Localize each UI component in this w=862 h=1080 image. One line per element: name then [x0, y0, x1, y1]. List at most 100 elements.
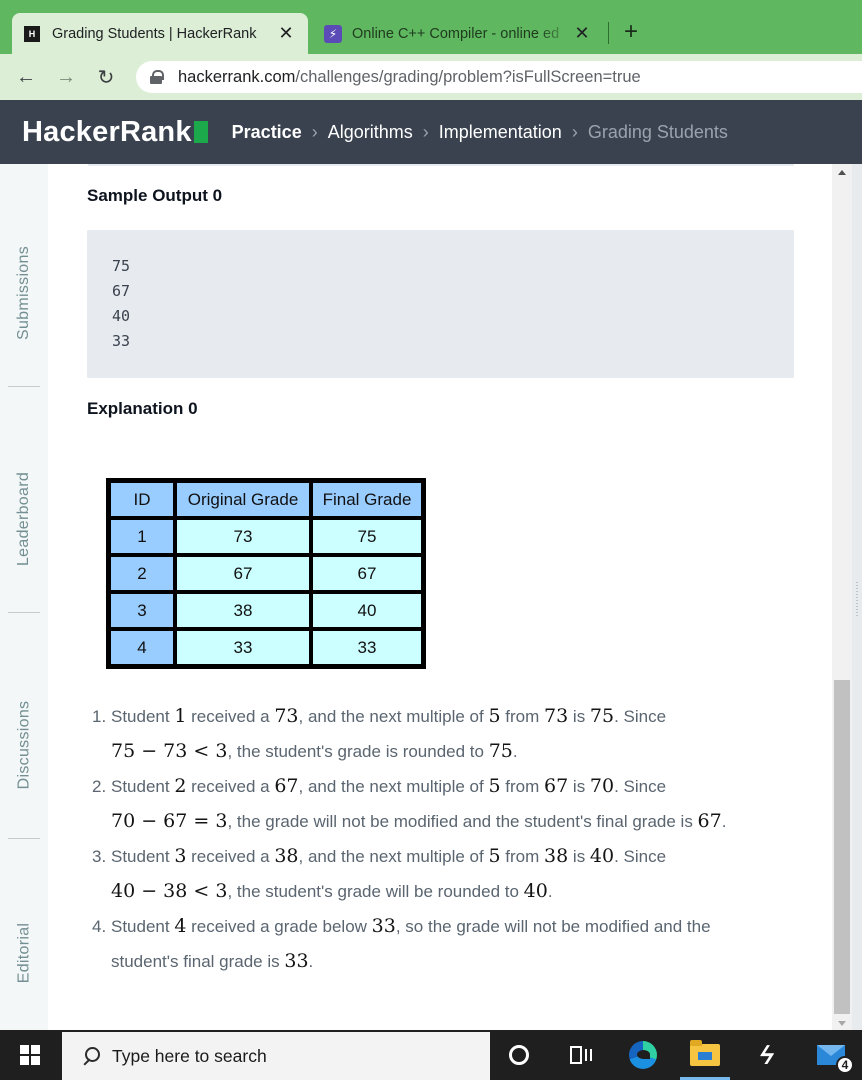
previous-block-edge [88, 164, 794, 166]
explanation-heading: Explanation 0 [87, 399, 198, 418]
start-button[interactable] [0, 1030, 60, 1080]
text-run: . Since [614, 777, 667, 796]
close-icon[interactable]: ✕ [276, 23, 296, 44]
text-run: . [512, 742, 518, 761]
text-run: . [308, 952, 314, 971]
text-run: Student [111, 707, 175, 726]
dev-app-button[interactable]: ϟ [742, 1030, 792, 1080]
text-line: 40 − 38 < 3, the student's grade will be… [111, 874, 792, 909]
math-value: 40 [523, 880, 548, 902]
problem-sidebar: Submissions Leaderboard Discussions Edit… [0, 164, 48, 1030]
text-run: received a grade below [186, 917, 372, 936]
list-item: 1. Student 1 received a 73, and the next… [92, 699, 792, 769]
math-value: 33 [371, 915, 396, 937]
back-arrow-icon[interactable]: ← [6, 66, 46, 89]
close-icon[interactable]: ✕ [572, 23, 592, 44]
hackerrank-icon: H [24, 25, 40, 42]
task-view-button[interactable] [556, 1030, 606, 1080]
text-run: student's final grade is [111, 952, 285, 971]
list-text: Student 1 received a 73, and the next mu… [111, 699, 792, 769]
table-row: 2 67 67 [109, 555, 423, 592]
sample-output-heading: Sample Output 0 [87, 186, 223, 205]
right-gutter [852, 164, 862, 1030]
edge-browser-button[interactable] [618, 1030, 668, 1080]
table-row: 1 73 75 [109, 518, 423, 555]
browser-toolbar: ← → ↻ hackerrank.com/challenges/grading/… [0, 54, 862, 100]
table-header-id: ID [109, 481, 175, 518]
scrollbar-thumb[interactable] [834, 680, 850, 1014]
hackerrank-logo[interactable]: HackerRank [22, 116, 208, 149]
tab-online-compiler[interactable]: ⚡ Online C++ Compiler - online ed ✕ [312, 13, 604, 54]
sidebar-item-editorial[interactable]: Editorial [0, 878, 48, 1028]
windows-taskbar: Type here to search ϟ 4 [0, 1030, 862, 1080]
sidebar-item-leaderboard[interactable]: Leaderboard [0, 426, 48, 612]
text-run: , the student's grade is rounded to [227, 742, 489, 761]
text-run: is [568, 847, 590, 866]
address-bar[interactable]: hackerrank.com/challenges/grading/proble… [136, 61, 862, 93]
table-cell-original: 67 [175, 555, 311, 592]
task-view-icon [570, 1046, 592, 1064]
list-item: 3. Student 3 received a 38, and the next… [92, 839, 792, 909]
mail-button[interactable]: 4 [806, 1030, 856, 1080]
code-line: 33 [112, 332, 131, 350]
taskbar-search[interactable]: Type here to search [62, 1032, 490, 1080]
chevron-right-icon: › [571, 121, 578, 142]
scroll-down-arrow-icon[interactable] [838, 1021, 846, 1026]
table-cell-id: 2 [109, 555, 175, 592]
sidebar-label: Editorial [15, 922, 33, 984]
content-scrollbar[interactable] [832, 164, 852, 1030]
tab-title: Online C++ Compiler - online ed [352, 25, 560, 42]
sidebar-divider [8, 386, 40, 387]
sidebar-item-discussions[interactable]: Discussions [0, 652, 48, 838]
lock-icon[interactable] [150, 70, 164, 84]
math-value: 5 [488, 845, 501, 867]
math-value: 3 [174, 845, 187, 867]
text-run: Student [111, 847, 175, 866]
text-run: , the student's grade will be rounded to [227, 882, 524, 901]
text-run: Student [111, 917, 175, 936]
tab-grading-students[interactable]: H Grading Students | HackerRank ✕ [12, 13, 308, 54]
breadcrumb-practice[interactable]: Practice [232, 122, 302, 143]
table-cell-original: 38 [175, 592, 311, 629]
chevron-right-icon: › [422, 121, 429, 142]
file-explorer-button[interactable] [680, 1030, 730, 1080]
page-body: Submissions Leaderboard Discussions Edit… [0, 164, 862, 1030]
new-tab-button[interactable]: + [624, 18, 638, 46]
folder-icon [690, 1040, 720, 1066]
math-value: 40 [589, 845, 615, 867]
explanation-list: 1. Student 1 received a 73, and the next… [92, 699, 792, 979]
scroll-up-arrow-icon[interactable] [838, 170, 846, 175]
forward-arrow-icon[interactable]: → [46, 66, 86, 89]
text-line: 70 − 67 = 3, the grade will not be modif… [111, 804, 792, 839]
cortana-button[interactable] [494, 1030, 544, 1080]
resize-grip-icon[interactable] [856, 582, 858, 616]
edge-icon [629, 1041, 657, 1069]
table-cell-id: 3 [109, 592, 175, 629]
breadcrumb-algorithms[interactable]: Algorithms [328, 122, 413, 143]
math-value: 38 [544, 845, 569, 867]
text-run: . [721, 812, 727, 831]
math-value: 70 [589, 775, 615, 797]
list-number: 3. [92, 847, 107, 866]
math-value: 73 [274, 705, 299, 727]
math-value: 73 [544, 705, 569, 727]
text-run: received a [186, 847, 275, 866]
table-cell-id: 4 [109, 629, 175, 666]
cortana-icon [509, 1045, 529, 1065]
list-text: Student 3 received a 38, and the next mu… [111, 839, 792, 909]
table-cell-final: 75 [311, 518, 423, 555]
math-expression: 40 − 38 < 3 [111, 880, 228, 902]
text-run: , the grade will not be modified and the… [227, 812, 698, 831]
table-cell-final: 67 [311, 555, 423, 592]
sidebar-item-submissions[interactable]: Submissions [0, 200, 48, 386]
text-line: Student 4 received a grade below 33, so … [111, 909, 792, 944]
sidebar-label: Leaderboard [15, 471, 33, 567]
list-text: Student 2 received a 67, and the next mu… [111, 769, 792, 839]
breadcrumb-implementation[interactable]: Implementation [439, 122, 562, 143]
math-value: 33 [284, 950, 309, 972]
tab-separator [608, 22, 609, 44]
reload-icon[interactable]: ↻ [86, 65, 126, 90]
math-value: 1 [174, 705, 187, 727]
math-value: 67 [274, 775, 299, 797]
table-row: 4 33 33 [109, 629, 423, 666]
